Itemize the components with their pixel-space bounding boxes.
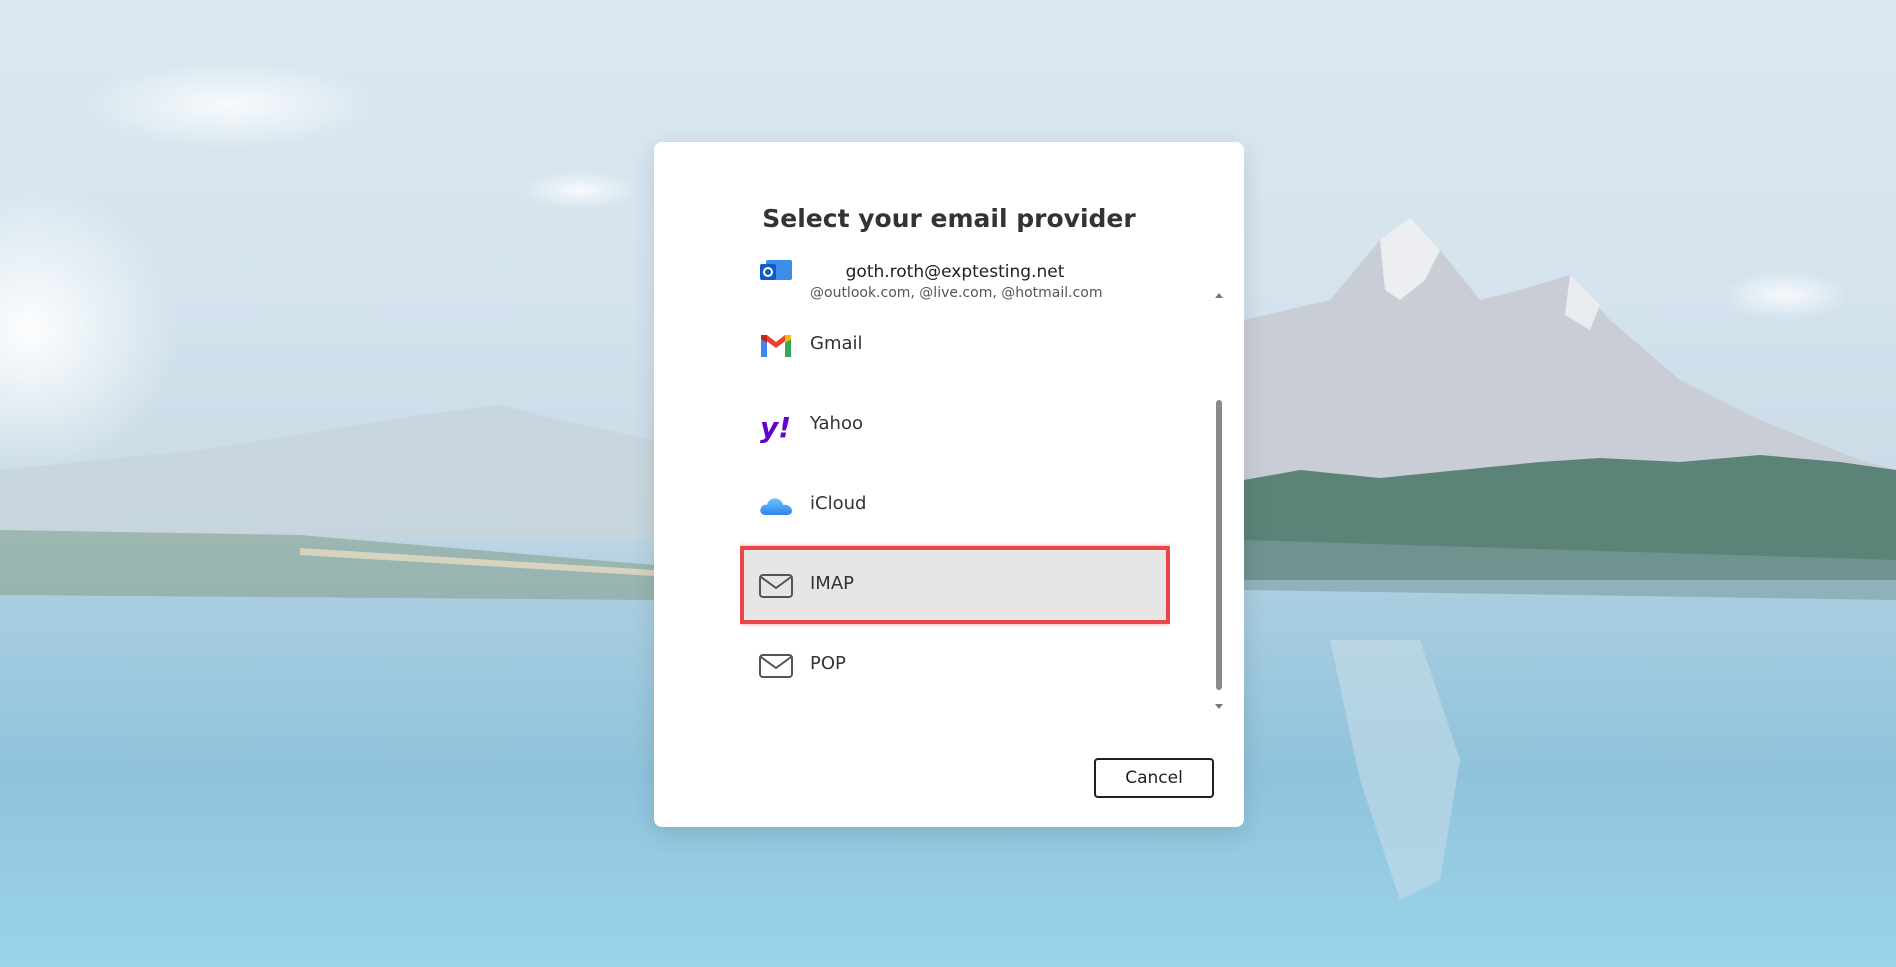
provider-label: Yahoo <box>810 413 863 434</box>
provider-label: iCloud <box>810 493 867 514</box>
gmail-icon <box>761 335 791 357</box>
provider-item-pop[interactable]: POP <box>740 626 1170 704</box>
dialog-title: Select your email provider <box>762 204 1136 233</box>
provider-item-imap[interactable]: IMAP <box>740 546 1170 624</box>
envelope-icon <box>759 654 793 678</box>
envelope-icon <box>759 574 793 598</box>
scroll-down-arrow-icon[interactable] <box>1215 704 1223 709</box>
cancel-button[interactable]: Cancel <box>1094 758 1214 798</box>
provider-label: Gmail <box>810 333 863 354</box>
provider-item-yahoo[interactable]: y! Yahoo <box>740 386 1170 464</box>
outlook-icon <box>760 260 792 280</box>
provider-label: IMAP <box>810 573 855 594</box>
provider-item-gmail[interactable]: Gmail <box>740 306 1170 384</box>
email-provider-dialog: Select your email provider goth.roth@exp… <box>654 142 1244 827</box>
yahoo-icon: y! <box>760 411 791 444</box>
svg-text:y!: y! <box>760 411 791 444</box>
icloud-icon <box>760 498 792 515</box>
provider-list[interactable]: goth.roth@exptesting.net @outlook.com, @… <box>740 257 1170 717</box>
scroll-up-arrow-icon[interactable] <box>1215 293 1223 298</box>
provider-item-icloud[interactable]: iCloud <box>740 466 1170 544</box>
outlook-domains: @outlook.com, @live.com, @hotmail.com <box>810 285 1103 301</box>
account-email: goth.roth@exptesting.net <box>845 262 1065 282</box>
provider-label: POP <box>810 653 846 674</box>
scrollbar-thumb[interactable] <box>1216 400 1222 690</box>
